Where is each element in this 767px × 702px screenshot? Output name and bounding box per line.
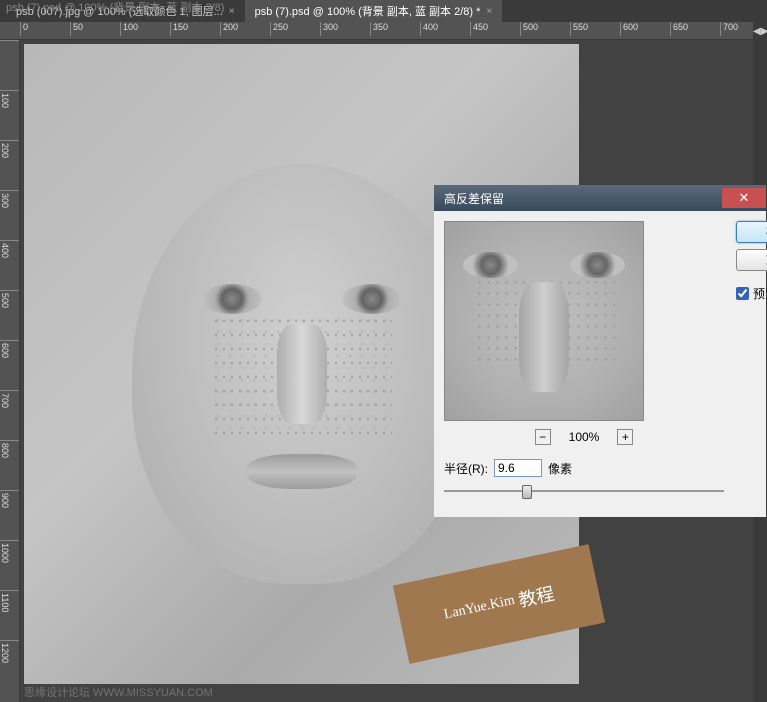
watermark-badge: LanYue.Kim 教程 — [393, 544, 605, 664]
cancel-button[interactable]: 取消 — [736, 249, 767, 271]
close-icon[interactable]: × — [486, 6, 492, 17]
ruler-horizontal: 0501001502002503003504004505005506006507… — [0, 22, 767, 40]
preview-checkbox-row[interactable]: 预览(P) — [736, 285, 767, 302]
filter-preview[interactable] — [444, 221, 644, 421]
zoom-out-button[interactable]: − — [535, 429, 551, 445]
radius-input[interactable] — [494, 459, 542, 477]
close-button[interactable]: ✕ — [722, 188, 766, 208]
preview-checkbox-label: 预览(P) — [753, 285, 767, 302]
zoom-level: 100% — [569, 430, 600, 444]
high-pass-dialog: 高反差保留 ✕ − 100% + 半径(R): 像素 — [434, 185, 766, 517]
image-content — [132, 164, 472, 584]
ruler-vertical: 100200300400500600700800900100011001200 — [0, 40, 20, 702]
window-title-fragment: psb (7).psd @ 100% (背景 副本, 蓝 副本 2/8) — [6, 0, 224, 15]
ok-button[interactable]: 确定 — [736, 221, 767, 243]
dialog-title: 高反差保留 — [444, 190, 504, 207]
radius-label: 半径(R): — [444, 460, 488, 477]
slider-thumb[interactable] — [522, 485, 532, 499]
zoom-in-button[interactable]: + — [617, 429, 633, 445]
preview-checkbox[interactable] — [736, 287, 749, 300]
tab-document-2[interactable]: psb (7).psd @ 100% (背景 副本, 蓝 副本 2/8) * × — [245, 0, 503, 22]
radius-unit: 像素 — [548, 460, 572, 477]
close-icon[interactable]: × — [229, 6, 235, 17]
expand-panels-icon[interactable]: ◀▶ — [753, 22, 767, 37]
watermark-footer: 思缘设计论坛 WWW.MISSYUAN.COM — [24, 684, 213, 700]
dialog-titlebar[interactable]: 高反差保留 ✕ — [434, 185, 766, 211]
tab-label: psb (7).psd @ 100% (背景 副本, 蓝 副本 2/8) * — [255, 3, 481, 19]
radius-slider[interactable] — [444, 483, 724, 499]
